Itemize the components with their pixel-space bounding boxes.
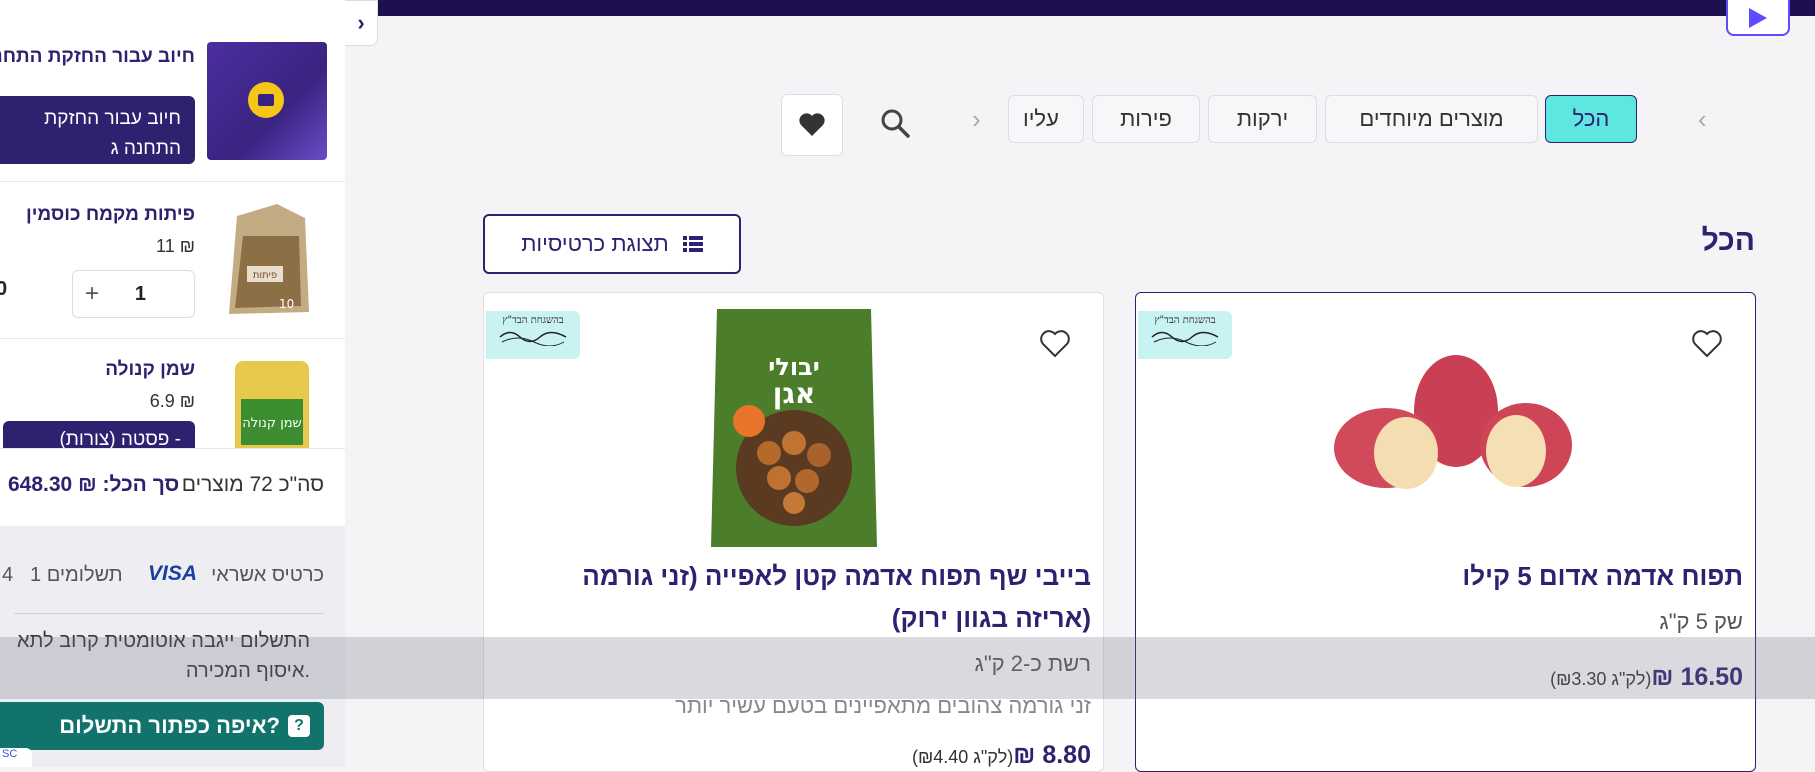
list-icon — [682, 236, 703, 252]
store-icon — [248, 82, 284, 118]
cart-total: סך הכל: ₪ 648.30 — [8, 473, 179, 497]
chevron-right-icon: › — [357, 10, 365, 35]
unit-price: (₪4.40 לק"ג) — [911, 747, 1014, 767]
installments[interactable]: 1 תשלומים — [30, 564, 123, 587]
cart-item-price: 6.9 ₪ — [149, 391, 195, 411]
installments-count: 4 — [2, 564, 14, 586]
corner-badge: SC — [0, 748, 32, 767]
cart-summary: סה"כ 72 מוצרים סך הכל: ₪ 648.30 — [0, 448, 345, 527]
total-label: סך הכל: — [102, 473, 180, 496]
top-bar — [378, 0, 1815, 16]
product-price: (₪4.40 לק"ג)₪ 8.80 — [904, 741, 1091, 770]
station-fee-image — [207, 42, 327, 160]
oil-image: שמן קנולה — [207, 355, 327, 455]
payment-method-label: כרטיס אשראי — [211, 564, 324, 586]
decrease-button-partial[interactable]: 0 — [0, 278, 7, 301]
pita-count: 10 — [279, 297, 294, 311]
search-icon[interactable] — [880, 108, 910, 143]
pita-image: פיתות 10 — [207, 196, 327, 320]
wishlist-icon[interactable] — [1039, 329, 1071, 359]
product-title-line-2[interactable]: (אריזה בגוון ירוק) — [892, 597, 1091, 639]
kosher-seal — [499, 331, 567, 346]
category-vegetables[interactable]: ירקות — [1208, 95, 1317, 143]
heart-icon — [799, 113, 825, 136]
loading-overlay-band — [0, 637, 1815, 699]
view-toggle-button[interactable]: תצוגת כרטיסיות — [483, 214, 741, 274]
total-value: ₪ 648.30 — [8, 473, 97, 496]
items-count: סה"כ 72 מוצרים — [181, 473, 324, 496]
section-title: הכל — [1701, 224, 1755, 257]
station-fee-button[interactable]: חיוב עבור החזקת התחנה ג — [0, 96, 195, 164]
kosher-badge: בהשגחת הבד"ץ — [1138, 311, 1232, 359]
kosher-text: בהשגחת הבד"ץ — [502, 315, 564, 326]
wishlist-icon[interactable] — [1691, 329, 1723, 359]
brand-line-2: אגן — [773, 377, 816, 410]
view-toggle-label: תצוגת כרטיסיות — [521, 231, 669, 256]
favorites-button[interactable] — [781, 94, 843, 156]
payment-help-button[interactable]: איפה כפתור התשלום? ? — [0, 702, 324, 750]
kosher-badge: בהשגחת הבד"ץ — [486, 311, 580, 359]
oil-bottle-graphic: שמן קנולה — [235, 361, 309, 455]
product-title[interactable]: תפוח אדמה אדום 5 קילו — [1462, 555, 1743, 597]
kosher-seal — [1151, 331, 1219, 346]
oil-label: שמן קנולה — [242, 416, 302, 431]
cart-item-title: חיוב עבור החזקת התחנה ג — [0, 46, 195, 67]
chevron-right-icon[interactable]: › — [972, 104, 981, 135]
cart-item-title: פיתות מקמח כוסמין — [25, 204, 195, 225]
visa-logo: VISA — [148, 562, 198, 585]
category-special[interactable]: מוצרים מיוחדים — [1325, 95, 1538, 143]
chevron-left-icon[interactable]: ‹ — [1698, 104, 1707, 135]
question-icon: ? — [288, 715, 310, 737]
help-label: איפה כפתור התשלום? — [59, 713, 280, 738]
product-card[interactable]: בהשגחת הבד"ץ יבולי אגן בייבי שף תפוח אדמ… — [483, 292, 1104, 772]
cart-item: חיוב עבור החזקת התחנה ג חיוב עבור החזקת … — [0, 24, 345, 182]
category-all[interactable]: הכל — [1545, 95, 1637, 143]
cart-item-price: 11 ₪ — [156, 236, 195, 256]
price-value: ₪ 8.80 — [1013, 741, 1091, 769]
cart-item-title: שמן קנולה — [105, 359, 195, 380]
increase-button[interactable]: + — [85, 280, 99, 308]
product-subtitle: שק 5 ק"ג — [1659, 609, 1743, 634]
category-fruits[interactable]: פירות — [1092, 95, 1200, 143]
play-button[interactable] — [1726, 0, 1790, 36]
cart-item: פיתות 10 פיתות מקמח כוסמין 11 ₪ + 1 0 — [0, 182, 345, 339]
category-leaves[interactable]: עליו — [1008, 95, 1084, 143]
baby-potato-bag-image: יבולי אגן — [711, 309, 877, 547]
pita-label: פיתות — [253, 270, 277, 281]
quantity-value[interactable]: 1 — [135, 283, 146, 306]
cart-item: שמן קנולה שמן קנולה 6.9 ₪ פסטה (צורות) - — [0, 339, 345, 461]
quantity-stepper[interactable]: + 1 — [72, 270, 195, 318]
sidebar-toggle[interactable]: › — [345, 0, 378, 46]
product-title-line-1[interactable]: בייבי שף תפוח אדמה קטן לאפייה (זני גורמה — [582, 555, 1091, 597]
product-card[interactable]: בהשגחת הבד"ץ תפוח אדמה אדום 5 קילו שק 5 … — [1135, 292, 1756, 772]
red-potatoes-image — [1334, 355, 1572, 489]
kosher-text: בהשגחת הבד"ץ — [1154, 315, 1216, 326]
play-icon — [1749, 8, 1767, 28]
pita-bag-graphic: פיתות 10 — [229, 204, 309, 314]
divider — [14, 613, 324, 614]
